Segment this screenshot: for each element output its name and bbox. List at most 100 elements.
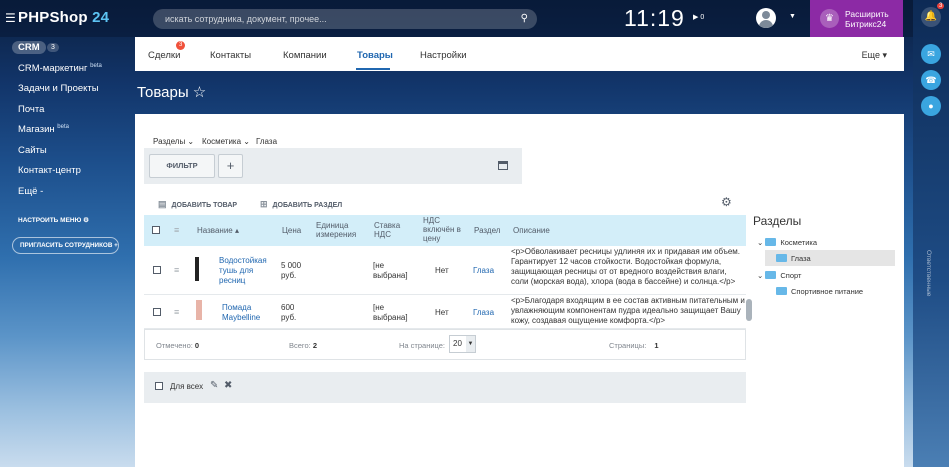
more-tabs-button[interactable]: Еще ▾ [862,50,887,61]
total-count: Всего: 2 [289,341,318,350]
for-all-label[interactable]: Для всех [170,382,203,392]
add-product-button[interactable]: ▤ ДОБАВИТЬ ТОВАР [158,199,237,210]
folder-icon [765,238,777,246]
logo[interactable]: PHPShop 24 [18,9,109,26]
right-strip-label[interactable]: Ответственные [925,250,932,296]
breadcrumb-eyes[interactable]: Глаза [256,137,277,146]
column-unit[interactable]: Единица измерения [316,221,366,239]
tab-deals[interactable]: Сделки [148,50,180,61]
settings-gear-icon[interactable]: ⚙ [721,195,732,209]
crm-count-badge: 3 [47,43,59,52]
marked-count: Отмечено: 0 [156,341,200,350]
deals-badge: 3 [176,41,186,50]
document-icon: ▤ [158,199,167,209]
sidebar-item-crm-marketing[interactable]: CRM-маркетинг beta [18,63,102,74]
drag-handle-icon[interactable]: ≡ [174,266,182,275]
product-description: <p>Благодаря входящим в ее состав активн… [511,296,745,325]
sidebar-item-crm[interactable]: CRM [12,41,46,54]
tree-item-cosmetics[interactable]: ⌄ Косметика [757,238,817,247]
chevron-down-icon[interactable]: ▼ [789,13,796,20]
product-section-link[interactable]: Глаза [473,308,494,318]
bell-icon[interactable]: 🔔 [921,7,941,27]
tab-settings[interactable]: Настройки [420,50,467,61]
chevron-down-icon: ▼ [466,336,475,352]
telephony-icon[interactable]: ☎ [921,70,941,90]
chevron-down-icon[interactable]: ⌄ [757,271,763,280]
avatar[interactable] [756,8,776,28]
sidebar-item-more[interactable]: Ещё - [18,186,43,197]
setup-menu-button[interactable]: НАСТРОИТЬ МЕНЮ ⚙ [18,216,89,224]
sidebar-item-sites[interactable]: Сайты [18,145,47,156]
row-checkbox[interactable] [153,266,161,274]
breadcrumb-cosmetics[interactable]: Косметика ⌄ [202,137,250,146]
product-name-link[interactable]: Водостойкая тушь для ресниц [219,256,277,286]
table-footer: Отмечено: 0 Всего: 2 На странице: 20 ▼ Ст… [144,329,746,360]
upgrade-button[interactable]: ♛ Расширить Битрикс24 [810,0,903,37]
tree-item-sport[interactable]: ⌄ Спорт [757,271,801,280]
search-input[interactable]: искать сотрудника, документ, прочее... ⚲ [153,9,537,29]
star-icon[interactable]: ☆ [193,84,206,101]
folder-icon [776,287,787,295]
for-all-checkbox[interactable] [155,382,163,390]
main-area: Сделки 3 Контакты Компании Товары Настро… [135,37,904,467]
add-filter-button[interactable]: + [218,154,243,178]
sections-title: Разделы [753,214,802,228]
product-vat: [не выбрана] [373,303,408,322]
right-toolbar: 🔔 3 ✉ ☎ ● Ответственные [913,0,949,467]
product-thumbnail [195,257,199,281]
table-row[interactable]: ≡ Помада Maybelline 600 руб. [не выбрана… [144,295,746,329]
search-icon[interactable]: ⚲ [521,9,528,29]
tree-item-sport-nutrition[interactable]: Спортивное питание [776,287,863,296]
table-header: ≡ Название ▴ Цена Единица измерения Став… [144,215,746,246]
sidebar: CRM 3 CRM-маркетинг beta Задачи и Проект… [0,37,133,467]
tab-companies[interactable]: Компании [283,50,327,61]
column-section[interactable]: Раздел [474,226,500,235]
active-tab-indicator [356,68,390,70]
tree-item-eyes[interactable]: Глаза [776,254,811,263]
horizontal-scroll-handle[interactable] [746,299,752,321]
column-price[interactable]: Цена [282,226,301,235]
column-description[interactable]: Описание [513,226,550,235]
sidebar-item-tasks[interactable]: Задачи и Проекты [18,83,99,94]
user-icon[interactable]: ● [921,96,941,116]
sidebar-item-mail[interactable]: Почта [18,104,44,115]
add-section-button[interactable]: ⊞ ДОБАВИТЬ РАЗДЕЛ [260,199,342,210]
edit-icon[interactable]: ✎ [210,381,218,391]
drag-handle-icon: ≡ [174,225,180,235]
hamburger-icon[interactable]: ☰ [5,11,16,25]
clock[interactable]: 11:19 [624,5,685,32]
column-name[interactable]: Название ▴ [197,226,239,235]
product-name-link[interactable]: Помада Maybelline [222,303,277,323]
table-row[interactable]: ≡ Водостойкая тушь для ресниц 5 000 руб.… [144,246,746,295]
folder-add-icon: ⊞ [260,199,268,209]
sidebar-item-shop[interactable]: Магазин beta [18,124,69,135]
plus-icon: + [114,242,118,249]
drag-handle-icon[interactable]: ≡ [174,308,182,317]
delete-icon[interactable]: ✖ [224,381,232,391]
tab-contacts[interactable]: Контакты [210,50,251,61]
breadcrumb-sections[interactable]: Разделы ⌄ [153,137,194,146]
product-price: 5 000 руб. [281,261,302,280]
product-thumbnail [196,300,202,320]
folder-icon [765,271,777,279]
product-vat-included: Нет [435,266,449,275]
column-vat-included[interactable]: НДС включён в цену [423,216,468,243]
view-mode-icon[interactable] [498,161,508,170]
per-page-select[interactable]: 20 ▼ [449,335,476,353]
chat-icon[interactable]: ✉ [921,44,941,64]
invite-button[interactable]: ПРИГЛАСИТЬ СОТРУДНИКОВ + [12,237,119,254]
gear-icon: ⚙ [83,217,89,224]
chevron-down-icon[interactable]: ⌄ [757,238,763,247]
crm-tabs: Сделки 3 Контакты Компании Товары Настро… [135,37,904,71]
filter-button[interactable]: ФИЛЬТР [149,154,215,178]
notification-badge: 3 [937,3,945,9]
flag-icon[interactable]: ▶ 0 [693,13,704,21]
top-bar: ☰ PHPShop 24 искать сотрудника, документ… [0,0,949,37]
product-description: <p>Обволакивает ресницы удлиняя их и при… [511,247,741,286]
product-section-link[interactable]: Глаза [473,266,494,276]
sidebar-item-contact-center[interactable]: Контакт-центр [18,165,81,176]
tab-products[interactable]: Товары [357,50,393,61]
column-vat[interactable]: Ставка НДС [374,221,414,239]
row-checkbox[interactable] [153,308,161,316]
select-all-checkbox[interactable] [152,226,160,234]
